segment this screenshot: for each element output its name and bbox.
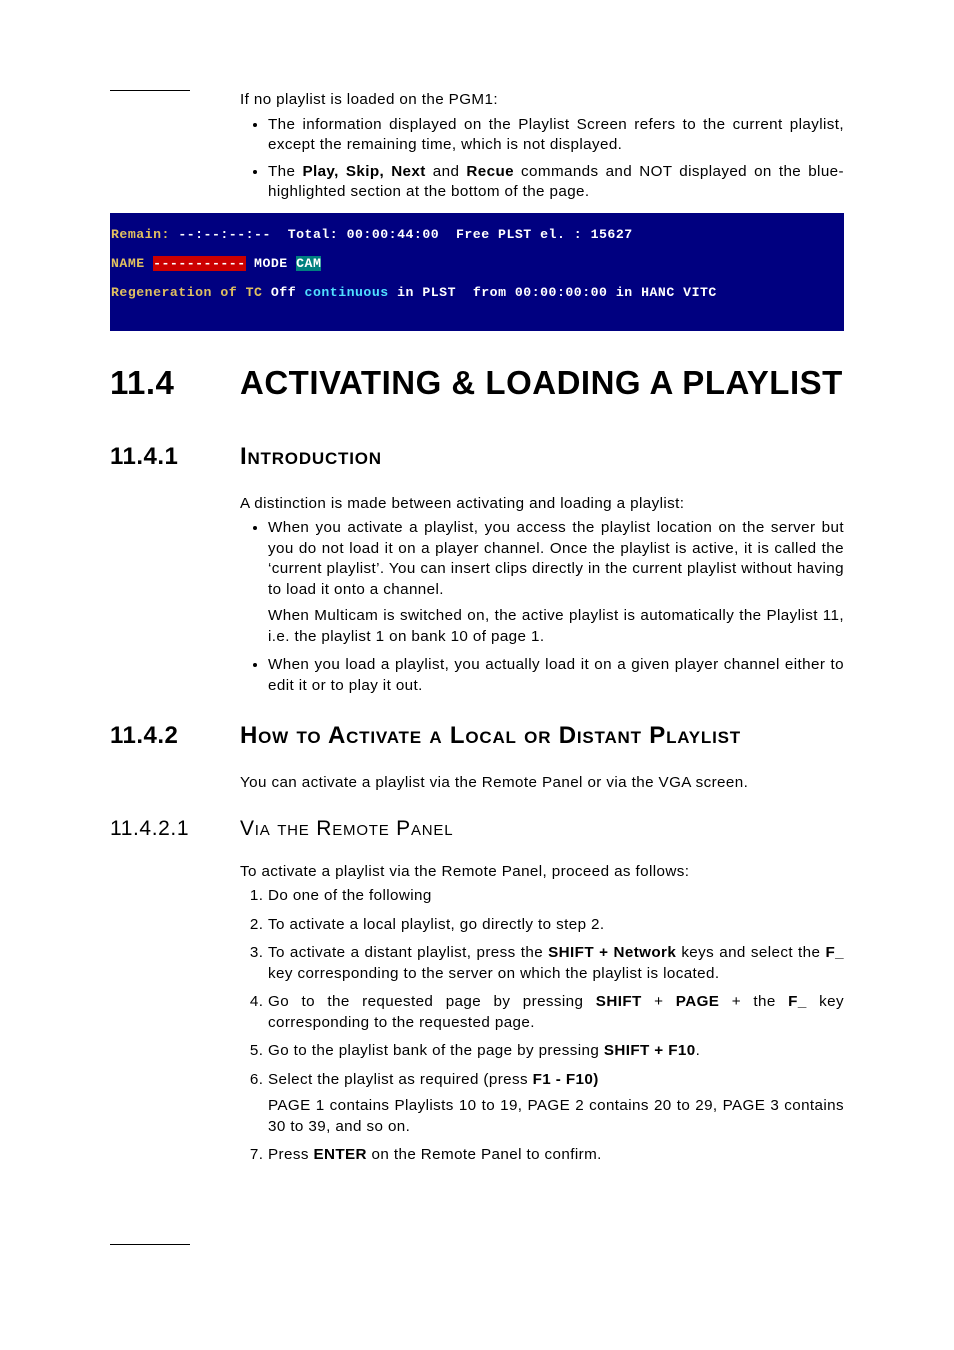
- bold-text: Recue: [466, 163, 514, 180]
- label-mode: MODE: [246, 256, 296, 271]
- heading-number: 11.4.2: [110, 720, 240, 752]
- value-regen-cont: continuous: [296, 285, 389, 300]
- rule-bottom: [110, 1244, 190, 1245]
- text: Select the playlist as required (press: [268, 1071, 533, 1088]
- label-remain: Remain:: [111, 227, 178, 242]
- paragraph: To activate a playlist via the Remote Pa…: [240, 862, 844, 883]
- heading-11-4-2-1: 11.4.2.1 Via the Remote Panel: [110, 815, 844, 843]
- value-regen-off: Off: [271, 285, 296, 300]
- list-item: When you load a playlist, you actually l…: [268, 655, 844, 696]
- playlist-status-strip: Remain: --:--:--:-- Total: 00:00:44:00 F…: [110, 213, 844, 331]
- text: When you activate a playlist, you access…: [268, 519, 844, 598]
- text: key corresponding to the server on which…: [268, 965, 719, 982]
- list-item: The information displayed on the Playlis…: [268, 115, 844, 156]
- value-regen-rest: in PLST from 00:00:00:00 in HANC VITC: [389, 285, 717, 300]
- steps-list: Do one of the following To activate a lo…: [240, 886, 844, 1166]
- list-item: Press ENTER on the Remote Panel to confi…: [268, 1145, 844, 1166]
- paragraph: A distinction is made between activating…: [240, 494, 844, 515]
- text: The information displayed on the Playlis…: [268, 116, 844, 154]
- activation-bullet-list: When you activate a playlist, you access…: [240, 518, 844, 696]
- heading-11-4: 11.4 ACTIVATING & LOADING A PLAYLIST: [110, 361, 844, 406]
- list-item: Do one of the following: [268, 886, 844, 907]
- text: + the: [719, 993, 788, 1010]
- bold-text: SHIFT + F10: [604, 1042, 696, 1059]
- heading-11-4-1: 11.4.1 Introduction: [110, 441, 844, 473]
- value-mode: CAM: [296, 256, 321, 271]
- bold-text: Play, Skip, Next: [302, 163, 425, 180]
- heading-number: 11.4: [110, 361, 240, 406]
- label-name: NAME: [111, 256, 153, 271]
- list-item: To activate a local playlist, go directl…: [268, 915, 844, 936]
- heading-title: Via the Remote Panel: [240, 815, 453, 843]
- text: The: [268, 163, 302, 180]
- heading-title: How to Activate a Local or Distant Playl…: [240, 720, 741, 752]
- value-name: -----------: [153, 256, 246, 271]
- text: To activate a distant playlist, press th…: [268, 944, 548, 961]
- heading-title: ACTIVATING & LOADING A PLAYLIST: [240, 361, 843, 406]
- bold-text: F_: [788, 993, 807, 1010]
- heading-title: Introduction: [240, 441, 382, 473]
- bold-text: ENTER: [313, 1146, 366, 1163]
- heading-11-4-2: 11.4.2 How to Activate a Local or Distan…: [110, 720, 844, 752]
- bold-text: F1 - F10): [533, 1071, 599, 1088]
- value-remain: --:--:--:--: [178, 227, 271, 242]
- paragraph: You can activate a playlist via the Remo…: [240, 773, 844, 794]
- paragraph: PAGE 1 contains Playlists 10 to 19, PAGE…: [268, 1096, 844, 1137]
- text: +: [642, 993, 676, 1010]
- bold-text: SHIFT: [596, 993, 642, 1010]
- bold-text: PAGE: [676, 993, 720, 1010]
- heading-number: 11.4.2.1: [110, 815, 240, 843]
- intro-line: If no playlist is loaded on the PGM1:: [240, 90, 844, 111]
- list-item: Go to the requested page by pressing SHI…: [268, 992, 844, 1033]
- text: Press: [268, 1146, 313, 1163]
- value-total-free: Total: 00:00:44:00 Free PLST el. : 15627: [271, 227, 633, 242]
- intro-bullet-list: The information displayed on the Playlis…: [240, 115, 844, 203]
- bold-text: SHIFT + Network: [548, 944, 676, 961]
- list-item: To activate a distant playlist, press th…: [268, 943, 844, 984]
- text: keys and select the: [676, 944, 825, 961]
- text: on the Remote Panel to confirm.: [367, 1146, 602, 1163]
- bold-text: F_: [825, 944, 844, 961]
- list-item: When you activate a playlist, you access…: [268, 518, 844, 647]
- list-item: Select the playlist as required (press F…: [268, 1070, 844, 1138]
- rule-top: [110, 90, 190, 91]
- text: Go to the requested page by pressing: [268, 993, 596, 1010]
- text: and: [426, 163, 467, 180]
- paragraph: When Multicam is switched on, the active…: [268, 606, 844, 647]
- heading-number: 11.4.1: [110, 441, 240, 473]
- list-item: The Play, Skip, Next and Recue commands …: [268, 162, 844, 203]
- list-item: Go to the playlist bank of the page by p…: [268, 1041, 844, 1062]
- text: .: [696, 1042, 701, 1059]
- text: Go to the playlist bank of the page by p…: [268, 1042, 604, 1059]
- label-regen: Regeneration of TC: [111, 285, 271, 300]
